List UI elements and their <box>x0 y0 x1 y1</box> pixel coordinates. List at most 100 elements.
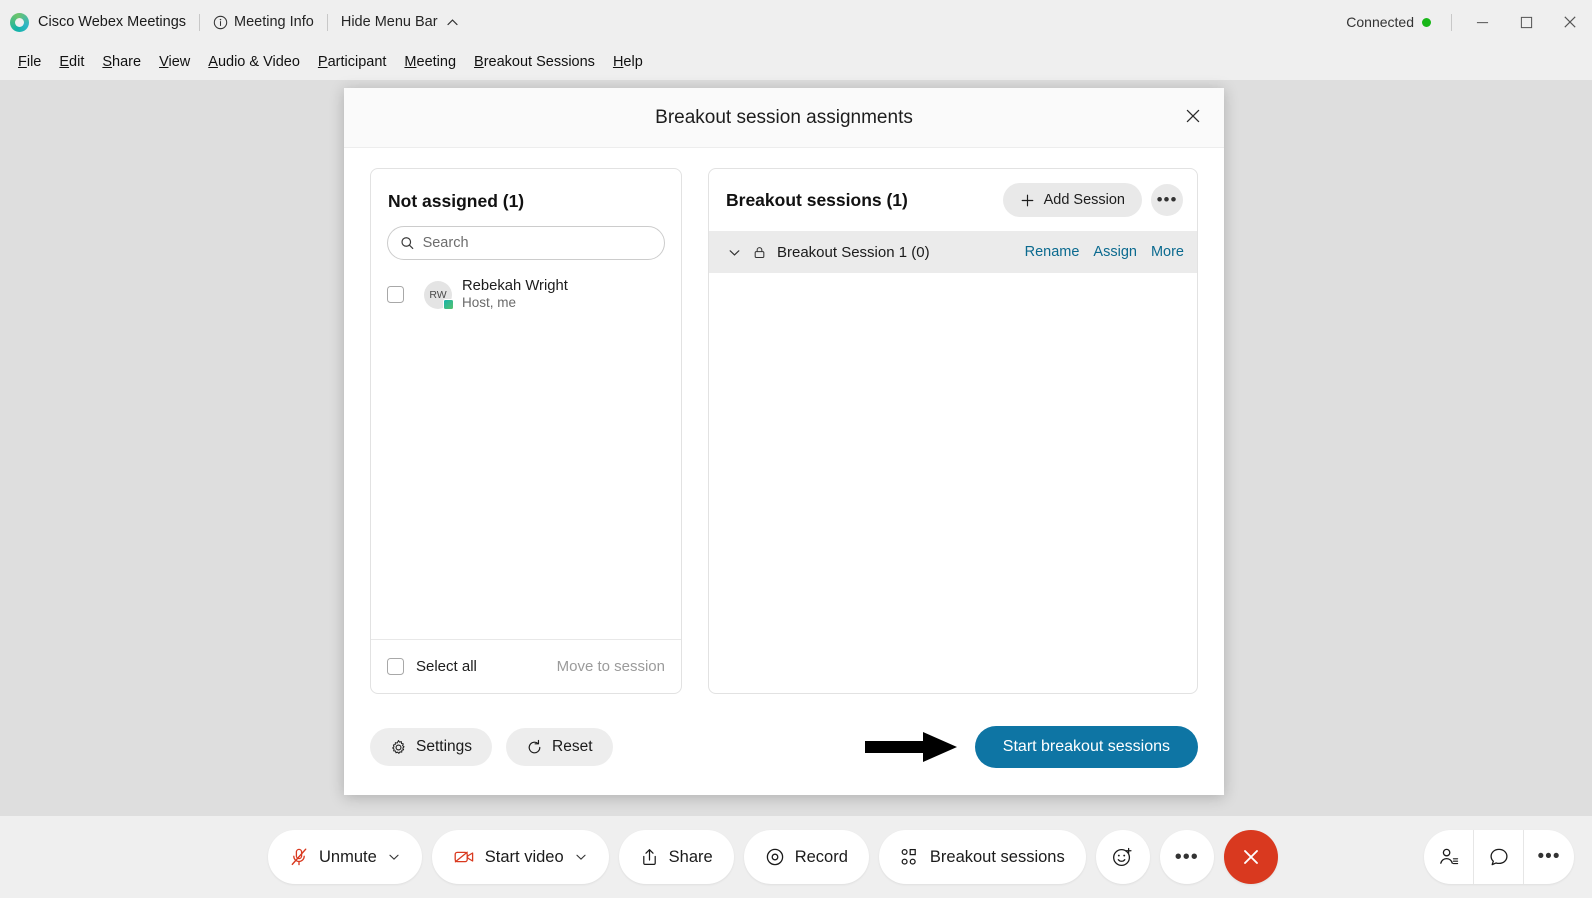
chevron-down-icon[interactable] <box>387 850 401 864</box>
person-role: Host, me <box>462 295 517 311</box>
share-label: Share <box>668 847 713 866</box>
divider <box>326 13 328 31</box>
minimize-button[interactable] <box>1460 0 1504 44</box>
more-options-button[interactable]: ••• <box>1159 830 1214 884</box>
maximize-icon <box>1520 16 1532 28</box>
chevron-down-icon[interactable] <box>574 850 588 864</box>
menu-item-meeting[interactable]: Meeting <box>395 51 465 73</box>
hide-menu-bar-button[interactable]: Hide Menu Bar <box>341 14 460 30</box>
list-item[interactable]: RW Rebekah Wright Host, me <box>371 270 681 319</box>
title-bar-right: Connected <box>1346 0 1592 44</box>
start-video-button[interactable]: Start video <box>431 830 609 884</box>
search-input[interactable] <box>422 235 652 251</box>
right-arrow-annotation <box>864 732 957 762</box>
plus-icon <box>1021 194 1033 206</box>
session-rename-link[interactable]: Rename <box>1025 244 1080 260</box>
meeting-stage: Breakout session assignments Not assigne… <box>0 80 1592 898</box>
person-meta: Rebekah Wright Host, me <box>462 277 568 312</box>
select-all-label: Select all <box>416 658 477 675</box>
camera-muted-icon <box>454 851 474 863</box>
settings-label: Settings <box>416 738 473 755</box>
reset-button[interactable]: Reset <box>506 728 613 766</box>
add-session-button[interactable]: Add Session <box>1002 183 1142 217</box>
reactions-button[interactable] <box>1095 830 1150 884</box>
dialog-title: Breakout session assignments <box>655 106 913 128</box>
start-breakout-sessions-button[interactable]: Start breakout sessions <box>974 726 1198 768</box>
menu-item-help[interactable]: Help <box>604 51 652 73</box>
close-window-button[interactable] <box>1548 0 1592 44</box>
meeting-info-button[interactable]: Meeting Info <box>213 14 314 30</box>
expand-session-toggle[interactable] <box>727 245 742 260</box>
session-actions: Rename Assign More <box>1025 244 1184 260</box>
minimize-icon <box>1476 21 1488 23</box>
connection-status-dot <box>1422 17 1431 27</box>
session-name: Breakout Session 1 (0) <box>777 243 930 261</box>
ellipsis-icon: ••• <box>1156 190 1178 209</box>
session-more-link[interactable]: More <box>1151 244 1184 260</box>
menu-item-view[interactable]: View <box>150 51 199 73</box>
app-name: Cisco Webex Meetings <box>38 14 187 30</box>
record-label: Record <box>794 847 848 866</box>
share-upload-icon <box>642 849 656 866</box>
microphone-muted-icon <box>291 848 307 866</box>
dialog-close-button[interactable] <box>1176 99 1210 133</box>
chevron-up-icon <box>446 18 458 25</box>
not-assigned-panel: Not assigned (1) RW <box>370 168 682 694</box>
share-button[interactable]: Share <box>618 830 734 884</box>
search-icon <box>401 237 414 250</box>
control-bar-center: Unmute Start video Share Record Breakout… <box>268 830 1278 884</box>
menu-item-edit[interactable]: Edit <box>50 51 93 73</box>
breakout-session-assignments-dialog: Breakout session assignments Not assigne… <box>344 88 1224 795</box>
add-session-label: Add Session <box>1043 192 1125 208</box>
move-to-session-button[interactable]: Move to session <box>557 658 665 675</box>
close-x-icon <box>1243 850 1258 864</box>
more-panels-button[interactable]: ••• <box>1524 830 1574 884</box>
dialog-footer: Settings Reset Start breakout sessions <box>344 699 1224 795</box>
settings-button[interactable]: Settings <box>370 728 493 766</box>
select-all-checkbox[interactable] <box>387 658 404 675</box>
breakout-sessions-button[interactable]: Breakout sessions <box>878 830 1086 884</box>
meeting-control-bar: Unmute Start video Share Record Breakout… <box>0 816 1592 898</box>
person-checkbox[interactable] <box>387 286 404 304</box>
chevron-down-icon <box>729 249 740 256</box>
sessions-more-options-button[interactable]: ••• <box>1151 184 1183 216</box>
record-circle-icon <box>766 848 783 866</box>
presence-available-icon <box>443 298 454 310</box>
ellipsis-icon: ••• <box>1174 846 1199 868</box>
chat-panel-button[interactable] <box>1474 830 1524 884</box>
lock-icon <box>754 246 765 258</box>
smiley-plus-icon <box>1113 847 1132 866</box>
participants-panel-button[interactable] <box>1424 830 1474 884</box>
menu-item-participant[interactable]: Participant <box>309 51 396 73</box>
unmute-label: Unmute <box>319 847 377 866</box>
hide-menu-bar-label: Hide Menu Bar <box>340 14 438 30</box>
title-bar: Cisco Webex Meetings Meeting Info Hide M… <box>0 0 1592 44</box>
session-assign-link[interactable]: Assign <box>1093 244 1137 260</box>
chat-bubble-icon <box>1489 848 1508 866</box>
search-box[interactable] <box>387 226 665 260</box>
start-video-label: Start video <box>484 847 564 866</box>
ellipsis-icon: ••• <box>1537 846 1561 867</box>
dialog-header: Breakout session assignments <box>344 88 1224 148</box>
dialog-footer-right: Start breakout sessions <box>864 726 1198 768</box>
divider <box>199 13 201 31</box>
breakout-session-row[interactable]: Breakout Session 1 (0) Rename Assign Mor… <box>709 231 1197 273</box>
menu-item-share[interactable]: Share <box>93 51 150 73</box>
title-bar-left: Cisco Webex Meetings Meeting Info Hide M… <box>0 0 460 44</box>
end-meeting-button[interactable] <box>1223 830 1278 884</box>
not-assigned-title: Not assigned (1) <box>388 191 525 211</box>
unassigned-people-list: RW Rebekah Wright Host, me <box>371 260 681 639</box>
record-button[interactable]: Record <box>743 830 869 884</box>
avatar: RW <box>424 280 454 310</box>
breakout-sessions-label: Breakout sessions <box>929 847 1065 866</box>
maximize-button[interactable] <box>1504 0 1548 44</box>
breakout-sessions-panel: Breakout sessions (1) Add Session ••• Br… <box>708 168 1198 694</box>
control-bar-right: ••• <box>1424 830 1574 884</box>
menu-item-file[interactable]: File <box>9 51 50 73</box>
connection-status-text: Connected <box>1346 14 1414 30</box>
menu-item-audio-video[interactable]: Audio & Video <box>199 51 309 73</box>
refresh-icon <box>528 739 541 753</box>
unmute-button[interactable]: Unmute <box>268 830 422 884</box>
menu-item-breakout-sessions[interactable]: Breakout Sessions <box>465 51 604 73</box>
person-name: Rebekah Wright <box>462 278 568 294</box>
